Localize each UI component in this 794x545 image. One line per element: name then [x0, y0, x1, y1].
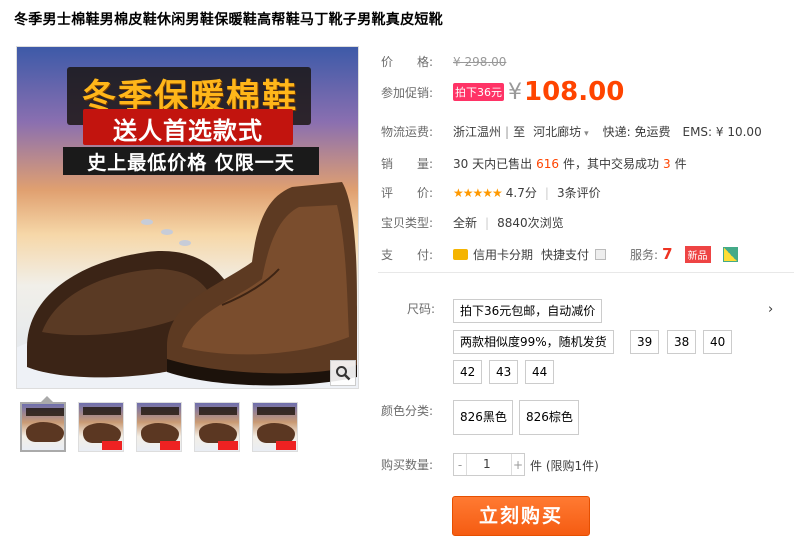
color-option-brown[interactable]: 826棕色	[519, 400, 579, 435]
sales-success: 3	[663, 156, 671, 171]
sales-label: 销 量:	[381, 157, 434, 171]
quick-pay-link[interactable]: 快捷支付	[541, 246, 589, 263]
seven-day-return-icon[interactable]: 7	[662, 245, 672, 263]
rating-label: 评 价:	[381, 186, 434, 200]
price-label: 价 格:	[381, 55, 434, 69]
service-label: 服务:	[630, 247, 659, 262]
view-count: 8840次浏览	[497, 216, 564, 230]
credit-card-icon	[453, 248, 468, 260]
size-option-43[interactable]: 43	[489, 360, 518, 384]
size-option-38[interactable]: 38	[667, 330, 696, 354]
ship-sep: 至	[513, 125, 526, 139]
quantity-decrease-button[interactable]: -	[454, 458, 466, 472]
review-count-link[interactable]: 3条评价	[557, 184, 601, 201]
thumbnail-2[interactable]	[78, 402, 124, 452]
chevron-right-icon[interactable]: ›	[768, 302, 773, 317]
currency-symbol: ¥	[508, 79, 522, 105]
credit-installment-link[interactable]: 信用卡分期	[473, 246, 533, 263]
original-price: ¥ 298.00	[453, 54, 507, 69]
sales-prefix: 30 天内已售出	[453, 157, 533, 171]
payment-row: 支 付: 信用卡分期 快捷支付 服务: 7 新品	[381, 245, 738, 263]
zoom-button[interactable]	[330, 360, 356, 386]
new-product-badge: 新品	[684, 245, 711, 263]
promo-label: 参加促销:	[381, 85, 434, 100]
current-price: 108.00	[524, 77, 625, 107]
thumbnail-5[interactable]	[252, 402, 298, 452]
size-option-39[interactable]: 39	[630, 330, 659, 354]
color-label: 颜色分类:	[381, 404, 434, 418]
quantity-input[interactable]: 1	[466, 454, 512, 475]
chevron-down-icon: ▾	[584, 129, 589, 139]
magnifier-icon	[336, 366, 351, 381]
item-type-label: 宝贝类型:	[381, 216, 434, 230]
size-label: 尺码:	[407, 302, 436, 316]
thumbnail-3[interactable]	[136, 402, 182, 452]
section-divider	[378, 272, 794, 273]
item-type-row: 宝贝类型: 全新 | 8840次浏览	[381, 214, 564, 231]
size-option-42[interactable]: 42	[453, 360, 482, 384]
sales-row: 销 量: 30 天内已售出 616 件，其中交易成功 3 件	[381, 155, 687, 172]
rating-divider: |	[544, 185, 549, 200]
guarantee-icon[interactable]	[722, 246, 738, 262]
ship-separator-bar: |	[505, 124, 510, 139]
color-option-black[interactable]: 826黑色	[453, 400, 513, 435]
ship-from: 浙江温州	[453, 125, 502, 139]
buy-now-button[interactable]: 立刻购买	[452, 496, 590, 536]
sales-suffix: 件	[674, 157, 687, 171]
quantity-increase-button[interactable]: +	[512, 458, 524, 472]
thumbnail-4[interactable]	[194, 402, 240, 452]
size-option-promo[interactable]: 拍下36元包邮，自动减价	[453, 299, 603, 323]
payment-label: 支 付:	[381, 247, 434, 262]
size-option-random[interactable]: 两款相似度99%，随机发货	[453, 330, 614, 354]
price-row: 价 格: ¥ 298.00	[381, 53, 506, 70]
shoe-illustration	[17, 182, 358, 388]
rating-row: 评 价: ★★★★★ 4.7分 | 3条评价	[381, 184, 601, 201]
ship-to-dropdown[interactable]: 河北廊坊 ▾	[533, 123, 589, 140]
rating-score: 4.7分	[505, 186, 537, 200]
expand-icon[interactable]	[595, 248, 607, 260]
item-divider: |	[485, 215, 490, 230]
ems-fee: EMS: ¥ 10.00	[682, 124, 762, 139]
size-option-40[interactable]: 40	[703, 330, 732, 354]
thumbnail-1[interactable]	[20, 402, 66, 452]
thumbnail-strip	[20, 402, 298, 452]
express-fee: 快递: 免运费	[602, 125, 671, 139]
sales-mid: 件，其中交易成功	[563, 157, 660, 171]
quantity-label: 购买数量:	[381, 458, 434, 472]
size-option-44[interactable]: 44	[525, 360, 554, 384]
shipping-row: 物流运费: 浙江温州 | 至 河北廊坊 ▾ 快递: 免运费 EMS: ¥ 10.0…	[381, 123, 762, 140]
ship-to: 河北廊坊	[533, 125, 582, 139]
item-condition: 全新	[453, 216, 478, 230]
main-product-image[interactable]: 冬季保暖棉鞋 送人首选款式 史上最低价格 仅限一天	[16, 46, 359, 389]
star-rating-icon: ★★★★★	[453, 185, 503, 200]
promo-row: 参加促销: 拍下36元 ¥ 108.00	[381, 77, 624, 107]
quantity-note: 件 (限购1件)	[530, 459, 599, 473]
sales-count: 616	[536, 156, 559, 171]
shipping-label: 物流运费:	[381, 125, 434, 139]
promo-tag: 拍下36元	[453, 83, 504, 101]
product-title: 冬季男士棉鞋男棉皮鞋休闲男鞋保暖鞋高帮鞋马丁靴子男靴真皮短靴	[14, 12, 443, 28]
quantity-stepper: - 1 +	[453, 453, 525, 476]
